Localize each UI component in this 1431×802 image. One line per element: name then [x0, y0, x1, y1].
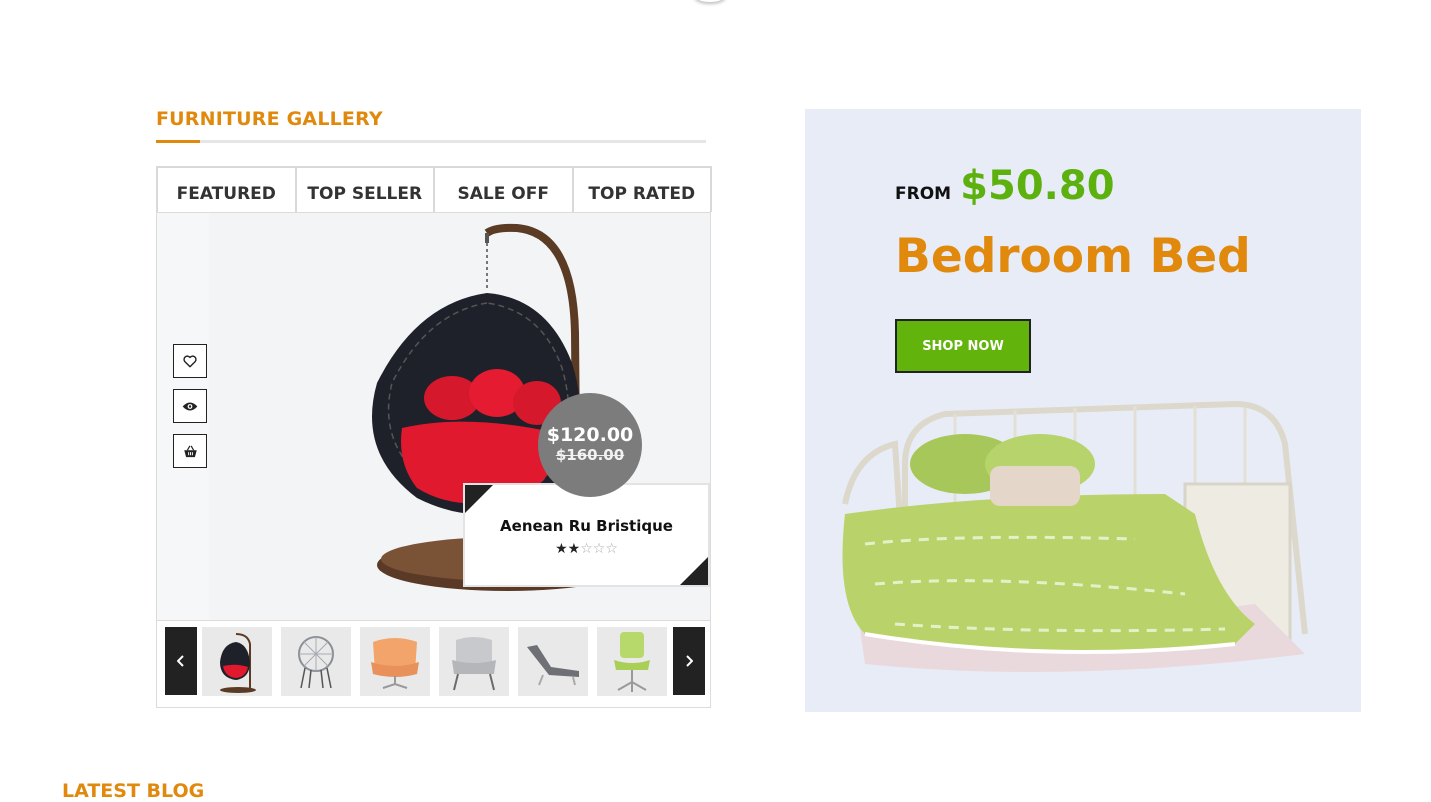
star-empty-icon: ☆: [592, 541, 606, 557]
shop-now-button[interactable]: SHOP NOW: [895, 319, 1031, 373]
hanging-egg-chair-thumb: [220, 632, 256, 693]
carousel-prev-button[interactable]: [165, 627, 197, 695]
add-to-cart-button[interactable]: [173, 434, 207, 468]
card-corner-decoration: [465, 485, 493, 513]
thumbnail-grey-chaise-lounge[interactable]: [518, 627, 588, 696]
thumbnail-carousel: [156, 620, 711, 708]
current-price: $120.00: [546, 424, 634, 446]
thumbnail-orange-lounge-chair[interactable]: [360, 627, 430, 696]
promo-title: Bedroom Bed: [895, 229, 1251, 284]
old-price: $160.00: [555, 446, 625, 464]
wishlist-button[interactable]: [173, 344, 207, 378]
thumbnail-grey-armchair[interactable]: [439, 627, 509, 696]
star-filled-icon: ★: [567, 541, 581, 557]
thumbnail-green-office-chair[interactable]: [597, 627, 667, 696]
card-corner-decoration: [680, 557, 708, 585]
orange-lounge-chair-thumb: [371, 637, 419, 689]
from-label: FROM: [895, 184, 952, 204]
carousel-next-button[interactable]: [673, 627, 705, 695]
section-heading-latest-blog: LATEST BLOG: [62, 780, 205, 802]
product-name[interactable]: Aenean Ru Bristique: [465, 517, 708, 535]
product-stage: $120.00 $160.00 Aenean Ru Bristique ★★☆☆…: [156, 212, 711, 620]
daybed-image: [842, 400, 1308, 672]
chevron-left-icon: [177, 655, 184, 667]
wire-round-chair-thumb: [298, 635, 334, 688]
price-badge: $120.00 $160.00: [538, 393, 642, 497]
star-filled-icon: ★: [555, 541, 568, 557]
tab-featured[interactable]: FEATURED: [156, 166, 297, 212]
promo-price: $50.80: [960, 163, 1115, 209]
product-card[interactable]: Aenean Ru Bristique ★★☆☆☆: [463, 483, 710, 587]
star-empty-icon: ☆: [605, 541, 618, 557]
title-divider: [156, 140, 706, 143]
quick-view-button[interactable]: [173, 389, 207, 423]
thumbnail-hanging-egg-chair[interactable]: [202, 627, 272, 696]
rating-stars: ★★☆☆☆: [465, 541, 708, 557]
title-divider-accent: [156, 140, 200, 143]
thumbnail-wire-round-chair[interactable]: [281, 627, 351, 696]
basket-icon: [183, 445, 197, 457]
heart-icon: [183, 354, 197, 367]
scroll-indicator: [694, 0, 726, 2]
gallery-title: FURNITURE GALLERY: [156, 108, 383, 130]
tab-sale-off[interactable]: SALE OFF: [433, 166, 574, 212]
promo-banner: FROM $50.80 Bedroom Bed SHOP NOW: [805, 109, 1361, 712]
grey-armchair-thumb: [452, 636, 496, 690]
promo-price-row: FROM $50.80: [895, 163, 1115, 209]
tab-top-seller[interactable]: TOP SELLER: [294, 166, 435, 212]
green-office-chair-thumb: [614, 631, 650, 692]
grey-chaise-lounge-thumb: [527, 644, 579, 685]
gallery-tabs: FEATURED TOP SELLER SALE OFF TOP RATED: [156, 166, 712, 212]
eye-icon: [182, 402, 198, 410]
chevron-right-icon: [686, 655, 693, 667]
star-empty-icon: ☆: [580, 541, 593, 557]
tab-top-rated[interactable]: TOP RATED: [571, 166, 712, 212]
